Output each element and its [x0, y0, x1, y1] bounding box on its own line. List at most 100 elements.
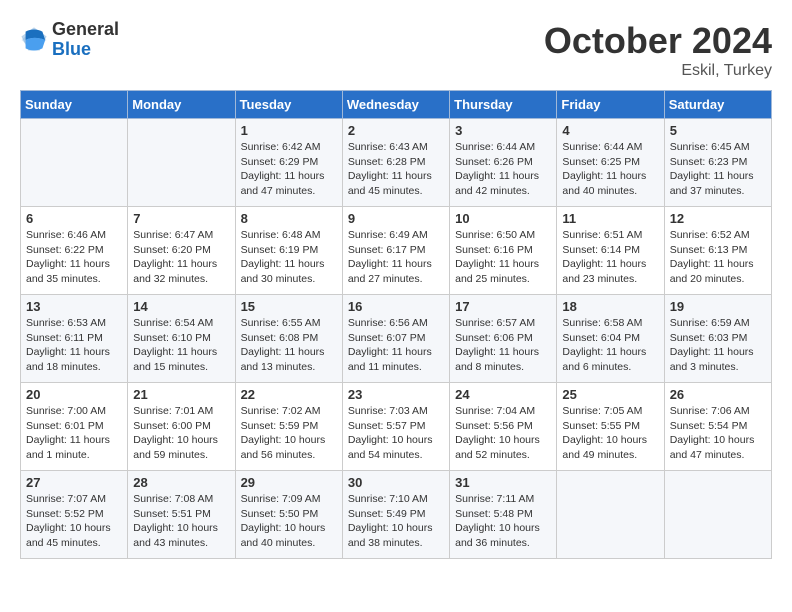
calendar-cell: 28 Sunrise: 7:08 AM Sunset: 5:51 PM Dayli… — [128, 471, 235, 559]
day-info: Sunrise: 6:58 AM Sunset: 6:04 PM Dayligh… — [562, 316, 658, 375]
day-number: 9 — [348, 211, 444, 226]
calendar-cell: 3 Sunrise: 6:44 AM Sunset: 6:26 PM Daylig… — [450, 119, 557, 207]
day-number: 23 — [348, 387, 444, 402]
calendar-cell: 16 Sunrise: 6:56 AM Sunset: 6:07 PM Dayli… — [342, 295, 449, 383]
day-info: Sunrise: 6:44 AM Sunset: 6:26 PM Dayligh… — [455, 140, 551, 199]
header-day: Wednesday — [342, 91, 449, 119]
day-info: Sunrise: 6:48 AM Sunset: 6:19 PM Dayligh… — [241, 228, 337, 287]
day-number: 11 — [562, 211, 658, 226]
day-info: Sunrise: 7:04 AM Sunset: 5:56 PM Dayligh… — [455, 404, 551, 463]
day-info: Sunrise: 7:05 AM Sunset: 5:55 PM Dayligh… — [562, 404, 658, 463]
day-number: 15 — [241, 299, 337, 314]
calendar-week-row: 20 Sunrise: 7:00 AM Sunset: 6:01 PM Dayli… — [21, 383, 772, 471]
calendar-header: SundayMondayTuesdayWednesdayThursdayFrid… — [21, 91, 772, 119]
calendar-cell: 4 Sunrise: 6:44 AM Sunset: 6:25 PM Daylig… — [557, 119, 664, 207]
header-day: Tuesday — [235, 91, 342, 119]
calendar-cell: 21Sunrise: 7:01 AM Sunset: 6:00 PM Dayli… — [128, 383, 235, 471]
day-number: 5 — [670, 123, 766, 138]
day-number: 20 — [26, 387, 122, 402]
calendar-cell: 27Sunrise: 7:07 AM Sunset: 5:52 PM Dayli… — [21, 471, 128, 559]
day-info: Sunrise: 7:00 AM Sunset: 6:01 PM Dayligh… — [26, 404, 122, 463]
calendar-cell: 7 Sunrise: 6:47 AM Sunset: 6:20 PM Daylig… — [128, 207, 235, 295]
month-title: October 2024 — [544, 20, 772, 62]
day-number: 16 — [348, 299, 444, 314]
calendar-cell: 10 Sunrise: 6:50 AM Sunset: 6:16 PM Dayli… — [450, 207, 557, 295]
day-info: Sunrise: 6:49 AM Sunset: 6:17 PM Dayligh… — [348, 228, 444, 287]
day-info: Sunrise: 7:08 AM Sunset: 5:51 PM Dayligh… — [133, 492, 229, 551]
logo: General Blue — [20, 20, 119, 60]
calendar-cell: 22 Sunrise: 7:02 AM Sunset: 5:59 PM Dayli… — [235, 383, 342, 471]
day-info: Sunrise: 6:56 AM Sunset: 6:07 PM Dayligh… — [348, 316, 444, 375]
day-info: Sunrise: 7:11 AM Sunset: 5:48 PM Dayligh… — [455, 492, 551, 551]
calendar-cell: 12Sunrise: 6:52 AM Sunset: 6:13 PM Dayli… — [664, 207, 771, 295]
calendar-cell — [128, 119, 235, 207]
day-number: 26 — [670, 387, 766, 402]
day-number: 25 — [562, 387, 658, 402]
day-info: Sunrise: 6:44 AM Sunset: 6:25 PM Dayligh… — [562, 140, 658, 199]
day-info: Sunrise: 7:07 AM Sunset: 5:52 PM Dayligh… — [26, 492, 122, 551]
day-number: 2 — [348, 123, 444, 138]
day-number: 31 — [455, 475, 551, 490]
calendar-cell — [664, 471, 771, 559]
calendar-cell: 23Sunrise: 7:03 AM Sunset: 5:57 PM Dayli… — [342, 383, 449, 471]
calendar-cell: 26 Sunrise: 7:06 AM Sunset: 5:54 PM Dayli… — [664, 383, 771, 471]
logo-text: General Blue — [52, 20, 119, 60]
calendar-cell: 20 Sunrise: 7:00 AM Sunset: 6:01 PM Dayli… — [21, 383, 128, 471]
day-number: 21 — [133, 387, 229, 402]
day-number: 10 — [455, 211, 551, 226]
calendar-week-row: 13 Sunrise: 6:53 AM Sunset: 6:11 PM Dayli… — [21, 295, 772, 383]
header-day: Saturday — [664, 91, 771, 119]
title-block: October 2024 Eskil, Turkey — [544, 20, 772, 80]
calendar-cell: 14Sunrise: 6:54 AM Sunset: 6:10 PM Dayli… — [128, 295, 235, 383]
calendar-cell: 29Sunrise: 7:09 AM Sunset: 5:50 PM Dayli… — [235, 471, 342, 559]
logo-icon — [20, 26, 48, 54]
header-day: Friday — [557, 91, 664, 119]
day-info: Sunrise: 6:50 AM Sunset: 6:16 PM Dayligh… — [455, 228, 551, 287]
calendar-cell: 19Sunrise: 6:59 AM Sunset: 6:03 PM Dayli… — [664, 295, 771, 383]
day-info: Sunrise: 6:53 AM Sunset: 6:11 PM Dayligh… — [26, 316, 122, 375]
calendar-week-row: 27Sunrise: 7:07 AM Sunset: 5:52 PM Dayli… — [21, 471, 772, 559]
day-number: 7 — [133, 211, 229, 226]
day-info: Sunrise: 6:57 AM Sunset: 6:06 PM Dayligh… — [455, 316, 551, 375]
header-row: SundayMondayTuesdayWednesdayThursdayFrid… — [21, 91, 772, 119]
day-info: Sunrise: 7:02 AM Sunset: 5:59 PM Dayligh… — [241, 404, 337, 463]
day-number: 18 — [562, 299, 658, 314]
calendar-cell: 24 Sunrise: 7:04 AM Sunset: 5:56 PM Dayli… — [450, 383, 557, 471]
day-number: 24 — [455, 387, 551, 402]
day-info: Sunrise: 7:06 AM Sunset: 5:54 PM Dayligh… — [670, 404, 766, 463]
day-info: Sunrise: 7:09 AM Sunset: 5:50 PM Dayligh… — [241, 492, 337, 551]
day-info: Sunrise: 6:54 AM Sunset: 6:10 PM Dayligh… — [133, 316, 229, 375]
day-number: 22 — [241, 387, 337, 402]
calendar-cell: 18 Sunrise: 6:58 AM Sunset: 6:04 PM Dayli… — [557, 295, 664, 383]
calendar-cell: 8 Sunrise: 6:48 AM Sunset: 6:19 PM Daylig… — [235, 207, 342, 295]
day-number: 28 — [133, 475, 229, 490]
day-info: Sunrise: 6:55 AM Sunset: 6:08 PM Dayligh… — [241, 316, 337, 375]
header-day: Sunday — [21, 91, 128, 119]
calendar-cell: 1Sunrise: 6:42 AM Sunset: 6:29 PM Daylig… — [235, 119, 342, 207]
logo-general-text: General — [52, 20, 119, 40]
calendar-cell: 6Sunrise: 6:46 AM Sunset: 6:22 PM Daylig… — [21, 207, 128, 295]
day-number: 8 — [241, 211, 337, 226]
calendar-cell: 25 Sunrise: 7:05 AM Sunset: 5:55 PM Dayli… — [557, 383, 664, 471]
calendar-body: 1Sunrise: 6:42 AM Sunset: 6:29 PM Daylig… — [21, 119, 772, 559]
calendar-cell: 11Sunrise: 6:51 AM Sunset: 6:14 PM Dayli… — [557, 207, 664, 295]
day-info: Sunrise: 6:47 AM Sunset: 6:20 PM Dayligh… — [133, 228, 229, 287]
header-day: Monday — [128, 91, 235, 119]
location: Eskil, Turkey — [544, 62, 772, 80]
day-number: 1 — [241, 123, 337, 138]
calendar-cell: 17Sunrise: 6:57 AM Sunset: 6:06 PM Dayli… — [450, 295, 557, 383]
calendar-table: SundayMondayTuesdayWednesdayThursdayFrid… — [20, 90, 772, 559]
day-number: 3 — [455, 123, 551, 138]
calendar-cell — [21, 119, 128, 207]
day-number: 19 — [670, 299, 766, 314]
day-number: 4 — [562, 123, 658, 138]
calendar-cell: 13 Sunrise: 6:53 AM Sunset: 6:11 PM Dayli… — [21, 295, 128, 383]
calendar-cell — [557, 471, 664, 559]
page-header: General Blue October 2024 Eskil, Turkey — [20, 20, 772, 80]
day-number: 30 — [348, 475, 444, 490]
day-info: Sunrise: 6:45 AM Sunset: 6:23 PM Dayligh… — [670, 140, 766, 199]
calendar-cell: 9 Sunrise: 6:49 AM Sunset: 6:17 PM Daylig… — [342, 207, 449, 295]
day-number: 13 — [26, 299, 122, 314]
calendar-cell: 31 Sunrise: 7:11 AM Sunset: 5:48 PM Dayli… — [450, 471, 557, 559]
day-number: 6 — [26, 211, 122, 226]
